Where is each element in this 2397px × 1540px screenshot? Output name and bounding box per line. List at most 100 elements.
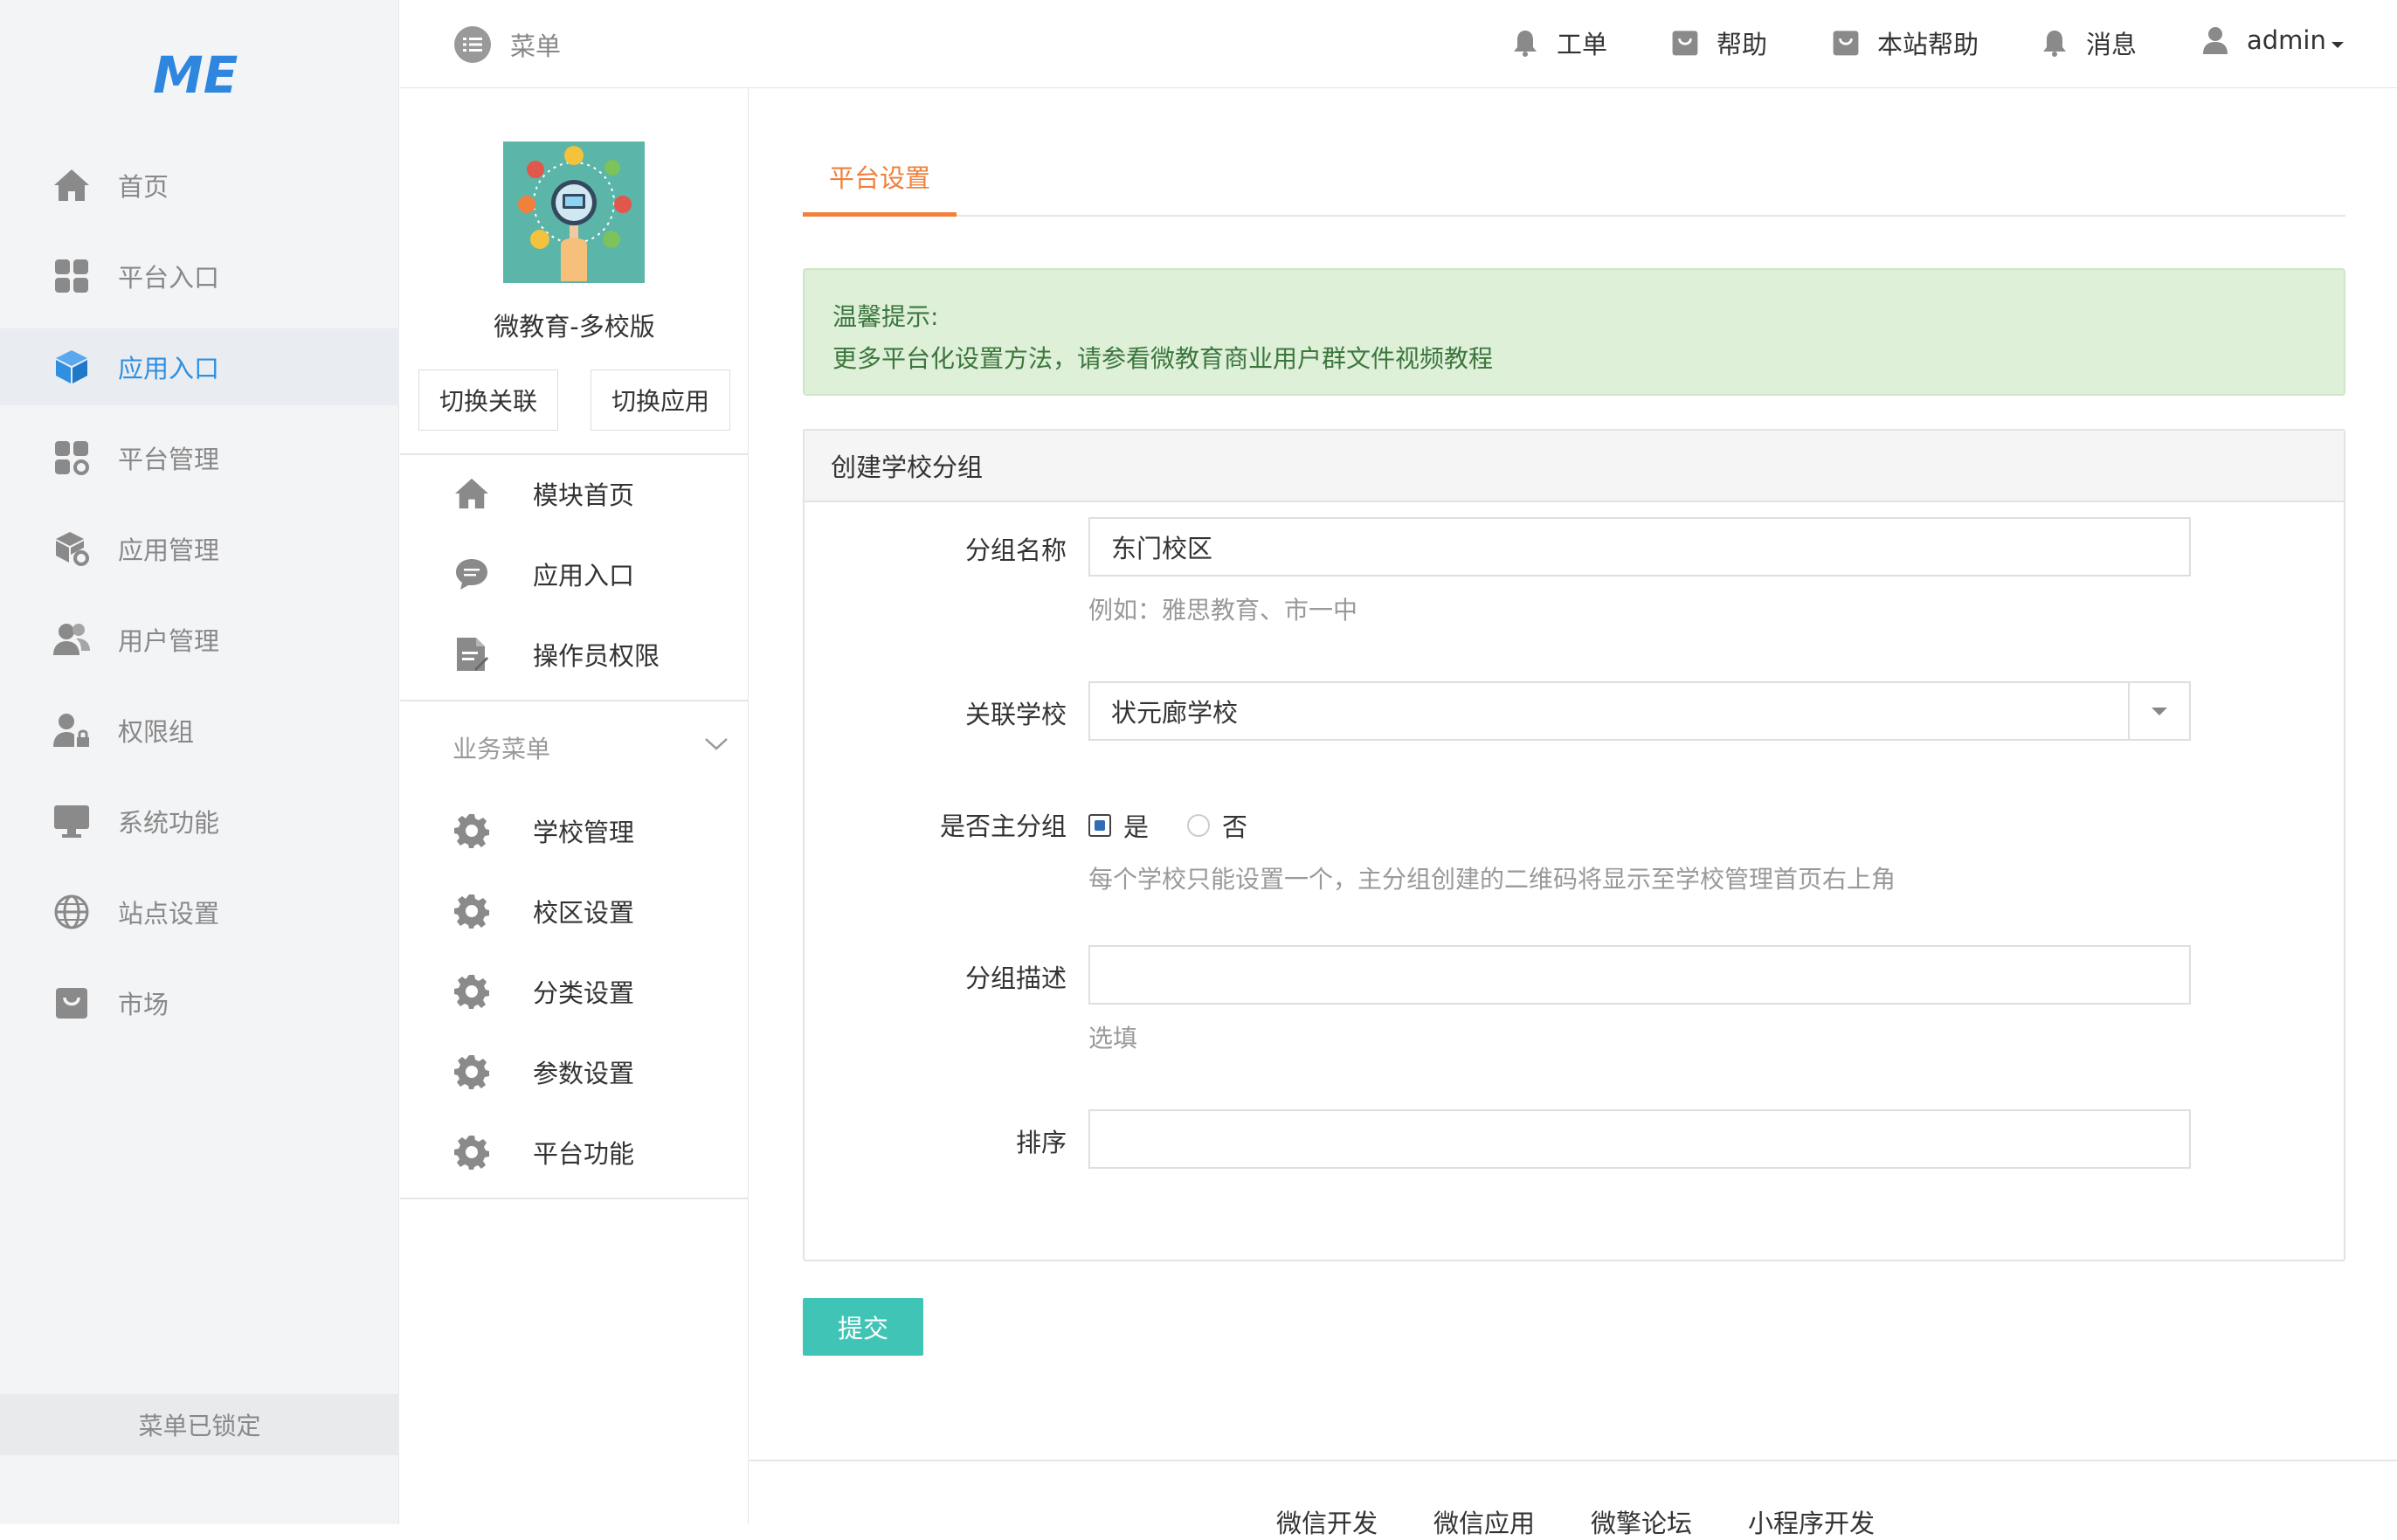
sidebar-item-label: 市场 [118,990,169,1019]
work-order-label: 工单 [1557,30,1608,59]
sidebar-item-label: 系统功能 [118,808,220,838]
menu-toggle-label: 菜单 [510,31,562,61]
caret-down-icon [2331,25,2344,55]
top-bar: 菜单 工单 帮助 本站帮助 消息 admin [400,0,2397,88]
school-select[interactable]: 状元廊学校 [1088,681,2191,741]
help-link[interactable]: 帮助 [1669,24,1767,61]
work-order-link[interactable]: 工单 [1509,24,1607,61]
submit-button[interactable]: 提交 [803,1298,923,1356]
globe-icon [52,893,91,931]
is-main-radio-group: 是 否 [1088,807,1247,844]
gear-icon [452,892,491,930]
card-title: 创建学校分组 [805,431,2344,502]
footer-link-miniprogram[interactable]: 小程序开发 [1748,1503,1875,1540]
group-name-input[interactable]: 东门校区 [1088,517,2191,577]
sidebar-item-label: 平台入口 [118,263,220,293]
panel-item-label: 平台功能 [533,1139,635,1169]
alert-text: 更多平台化设置方法，请参看微教育商业用户群文件视频教程 [832,344,1494,373]
radio-no[interactable] [1187,814,1211,837]
panel-item-label: 操作员权限 [533,641,660,671]
sidebar-item-permission-group[interactable]: 权限组 [0,692,399,769]
caret-down-icon[interactable] [2128,683,2189,739]
panel-item-label: 参数设置 [533,1059,635,1088]
school-label: 关联学校 [964,700,1067,729]
site-help-link[interactable]: 本站帮助 [1830,24,1979,61]
sidebar-item-app-manage[interactable]: 应用管理 [0,510,399,587]
radio-yes[interactable] [1088,814,1111,837]
messages-label: 消息 [2086,30,2138,59]
gear-icon [452,972,491,1011]
sidebar-item-app-entry[interactable]: 应用入口 [0,328,399,405]
list-icon [454,26,491,63]
gear-icon [452,1053,491,1091]
cube-icon [52,348,91,386]
menu-locked-label[interactable]: 菜单已锁定 [0,1394,399,1455]
sidebar-item-system-functions[interactable]: 系统功能 [0,783,399,860]
business-menu-label: 业务菜单 [452,735,551,763]
bag-icon [52,984,91,1022]
sidebar-item-home[interactable]: 首页 [0,147,399,224]
is-main-label: 是否主分组 [939,811,1067,841]
grid-icon [52,257,91,295]
divider [400,453,749,455]
tab-platform-settings[interactable]: 平台设置 [803,141,957,217]
panel-item-label: 分类设置 [533,978,635,1008]
main-sidebar: ME 首页 平台入口 应用入口 平台管理 应用管理 用户管理 权限组 系统功能 … [0,0,399,1524]
main-content: 平台设置 温馨提示: 更多平台化设置方法，请参看微教育商业用户群文件视频教程 创… [749,88,2397,1538]
cube-gear-icon [52,529,91,568]
alert-title: 温馨提示: [832,302,939,331]
panel-item-category-settings[interactable]: 分类设置 [400,956,749,1026]
site-help-label: 本站帮助 [1877,30,1979,59]
sidebar-item-user-manage[interactable]: 用户管理 [0,601,399,678]
panel-item-operator-permission[interactable]: 操作员权限 [400,619,749,689]
sort-input[interactable] [1088,1109,2191,1169]
user-menu[interactable]: admin [2200,24,2344,56]
sidebar-item-label: 用户管理 [118,626,220,656]
radio-no-label[interactable]: 否 [1222,807,1247,844]
footer-link-forum[interactable]: 微擎论坛 [1591,1503,1692,1540]
bag-icon [1669,27,1701,59]
monitor-icon [52,802,91,840]
sidebar-item-label: 站点设置 [118,899,220,929]
panel-item-platform-functions[interactable]: 平台功能 [400,1117,749,1187]
switch-app-button[interactable]: 切换应用 [591,369,730,431]
document-icon [452,635,491,673]
bag-icon [1830,27,1862,59]
panel-item-school-manage[interactable]: 学校管理 [400,796,749,866]
logo[interactable]: ME [153,44,245,105]
chevron-down-icon [704,736,729,756]
help-label: 帮助 [1717,30,1768,59]
panel-item-label: 应用入口 [533,561,635,590]
footer-divider [749,1460,2397,1461]
desc-input[interactable] [1088,945,2191,1005]
sidebar-item-label: 应用入口 [118,354,220,383]
home-icon [452,474,491,513]
sidebar-item-label: 首页 [118,172,169,202]
menu-toggle-button[interactable]: 菜单 [454,26,561,63]
sidebar-item-site-settings[interactable]: 站点设置 [0,874,399,950]
panel-item-parameter-settings[interactable]: 参数设置 [400,1037,749,1107]
tab-bar: 平台设置 [803,141,2345,217]
panel-item-campus-settings[interactable]: 校区设置 [400,876,749,946]
group-name-help: 例如：雅思教育、市一中 [1088,596,1358,625]
panel-item-module-home[interactable]: 模块首页 [400,459,749,528]
panel-item-label: 模块首页 [533,480,635,510]
module-panel: 微教育-多校版 切换关联 切换应用 模块首页 应用入口 操作员权限 业务菜单 学… [400,88,749,1524]
grid-gear-icon [52,439,91,477]
sidebar-item-platform-entry[interactable]: 平台入口 [0,238,399,314]
sort-label: 排序 [1015,1128,1067,1157]
panel-item-app-entry[interactable]: 应用入口 [400,539,749,609]
footer-link-wechat-dev[interactable]: 微信开发 [1276,1503,1378,1540]
footer-link-wechat-apps[interactable]: 微信应用 [1433,1503,1535,1540]
sidebar-item-platform-manage[interactable]: 平台管理 [0,419,399,496]
sidebar-item-market[interactable]: 市场 [0,964,399,1041]
messages-link[interactable]: 消息 [2039,24,2137,61]
sidebar-item-label: 权限组 [118,717,195,747]
desc-help: 选填 [1088,1024,1138,1053]
switch-link-button[interactable]: 切换关联 [418,369,558,431]
user-lock-icon [52,711,91,749]
radio-yes-label[interactable]: 是 [1123,807,1149,844]
gear-icon [452,811,491,850]
business-menu-toggle[interactable]: 业务菜单 [400,717,749,778]
group-name-label: 分组名称 [964,535,1067,565]
